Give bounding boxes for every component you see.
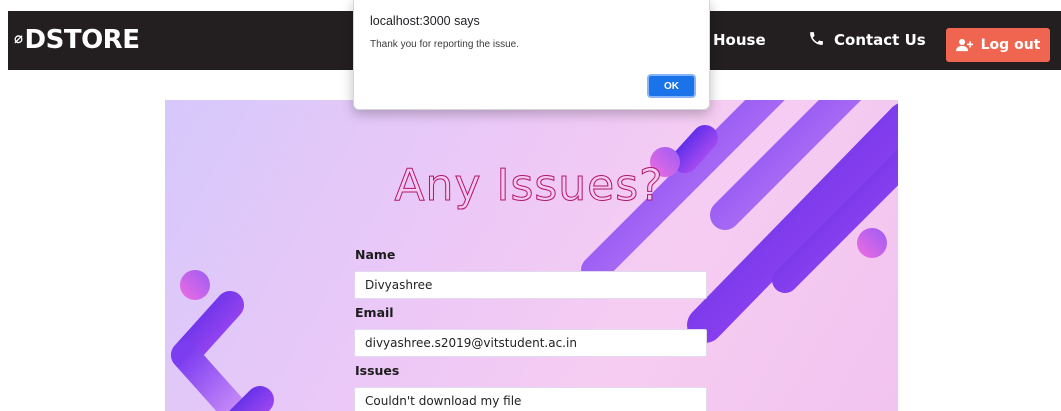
dialog-message: Thank you for reporting the issue.: [370, 39, 519, 50]
email-input[interactable]: divyashree.s2019@vitstudent.ac.in: [354, 329, 707, 357]
issue-report-banner: Any Issues? Name Divyashree Email divyas…: [165, 100, 898, 411]
brand-logo[interactable]: ⌀DSTORE: [14, 11, 140, 70]
nav-link-contact-label: Contact Us: [834, 31, 926, 49]
nav-link-house[interactable]: House: [713, 11, 766, 70]
ok-button[interactable]: OK: [647, 74, 696, 98]
issues-input[interactable]: Couldn't download my file: [354, 387, 707, 411]
phone-icon: [810, 32, 823, 45]
nav-link-contact[interactable]: Contact Us: [808, 11, 926, 70]
dialog-title: localhost:3000 says: [370, 14, 480, 28]
alert-dialog: localhost:3000 says Thank you for report…: [353, 0, 710, 110]
page-title: Any Issues?: [394, 160, 664, 212]
decorative-background-shapes: [171, 100, 898, 411]
user-plus-icon: [955, 38, 973, 52]
email-label: Email: [355, 305, 394, 320]
name-label: Name: [355, 247, 396, 262]
brand-name: DSTORE: [24, 25, 140, 55]
issues-label: Issues: [355, 363, 400, 378]
logout-label: Log out: [980, 37, 1041, 53]
name-input[interactable]: Divyashree: [354, 271, 707, 299]
logout-button[interactable]: Log out: [946, 28, 1050, 62]
brand-logo-icon: ⌀: [14, 29, 23, 47]
